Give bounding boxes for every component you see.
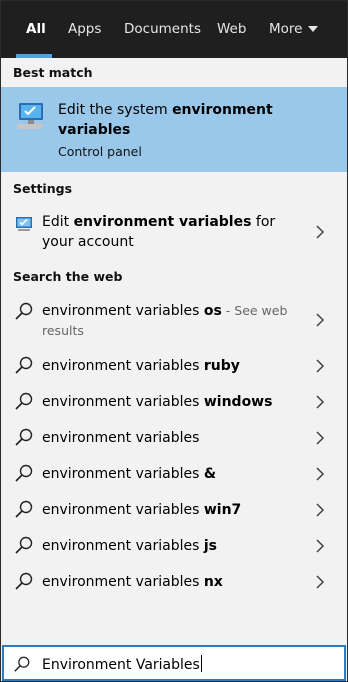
search-icon <box>15 392 33 410</box>
tab-apps[interactable]: Apps <box>68 1 101 58</box>
chevron-right-icon[interactable] <box>315 359 325 373</box>
best-match-result[interactable]: Edit the system environment variables Co… <box>1 87 347 172</box>
tab-web-label: Web <box>217 21 247 37</box>
web-result[interactable]: environment variables os - See web resul… <box>1 297 347 345</box>
best-match-subtitle: Control panel <box>58 144 142 159</box>
web-result[interactable]: environment variables ruby <box>1 352 347 382</box>
best-match-heading: Best match <box>13 65 93 80</box>
tab-apps-label: Apps <box>68 21 102 37</box>
web-result[interactable]: environment variables js <box>1 532 347 562</box>
chevron-right-icon[interactable] <box>315 313 325 327</box>
chevron-right-icon[interactable] <box>315 539 325 553</box>
tab-documents-label: Documents <box>124 21 201 37</box>
web-result[interactable]: environment variables win7 <box>1 496 347 526</box>
search-input[interactable]: Environment Variables <box>42 655 202 673</box>
web-result-text: environment variables os - See web resul… <box>42 303 288 338</box>
web-result-text: environment variables <box>42 430 200 446</box>
chevron-right-icon[interactable] <box>315 503 325 517</box>
chevron-right-icon[interactable] <box>315 225 325 239</box>
tab-all-label: All <box>26 21 46 37</box>
web-result-text: environment variables windows <box>42 394 273 410</box>
search-icon <box>14 656 30 672</box>
web-result-text: environment variables nx <box>42 574 223 590</box>
search-icon <box>15 428 33 446</box>
settings-result-text: Edit environment variables for your acco… <box>42 214 276 250</box>
web-result[interactable]: environment variables windows <box>1 388 347 418</box>
search-panel: All Apps Documents Web More Best match E… <box>0 0 348 682</box>
search-icon <box>15 302 33 320</box>
active-tab-indicator <box>16 54 52 58</box>
web-result-text: environment variables & <box>42 466 217 482</box>
settings-heading: Settings <box>13 181 73 196</box>
web-result[interactable]: environment variables & <box>1 460 347 490</box>
search-icon <box>15 464 33 482</box>
search-icon <box>15 572 33 590</box>
settings-monitor-icon <box>16 217 32 231</box>
search-icon <box>15 356 33 374</box>
web-result-text: environment variables js <box>42 538 217 554</box>
search-box[interactable]: Environment Variables <box>2 645 346 681</box>
tab-more[interactable]: More <box>269 1 319 58</box>
search-input-value: Environment Variables <box>42 657 200 673</box>
chevron-right-icon[interactable] <box>315 395 325 409</box>
chevron-right-icon[interactable] <box>315 575 325 589</box>
web-result[interactable]: environment variables nx <box>1 568 347 598</box>
dropdown-caret-icon <box>308 26 319 32</box>
control-panel-icon <box>16 103 44 129</box>
settings-result[interactable]: Edit environment variables for your acco… <box>1 208 347 260</box>
chevron-right-icon[interactable] <box>315 467 325 481</box>
search-icon <box>15 536 33 554</box>
best-match-title: Edit the system environment variables <box>58 102 273 138</box>
text-cursor <box>200 655 202 672</box>
tab-web[interactable]: Web <box>217 1 246 58</box>
web-result[interactable]: environment variables <box>1 424 347 454</box>
tab-more-label: More <box>269 21 303 37</box>
search-web-heading: Search the web <box>13 269 123 284</box>
web-result-text: environment variables win7 <box>42 502 242 518</box>
tab-bar: All Apps Documents Web More <box>1 1 347 58</box>
chevron-right-icon[interactable] <box>315 431 325 445</box>
tab-all[interactable]: All <box>26 1 46 58</box>
web-result-text: environment variables ruby <box>42 358 240 374</box>
search-icon <box>15 500 33 518</box>
tab-documents[interactable]: Documents <box>124 1 201 58</box>
